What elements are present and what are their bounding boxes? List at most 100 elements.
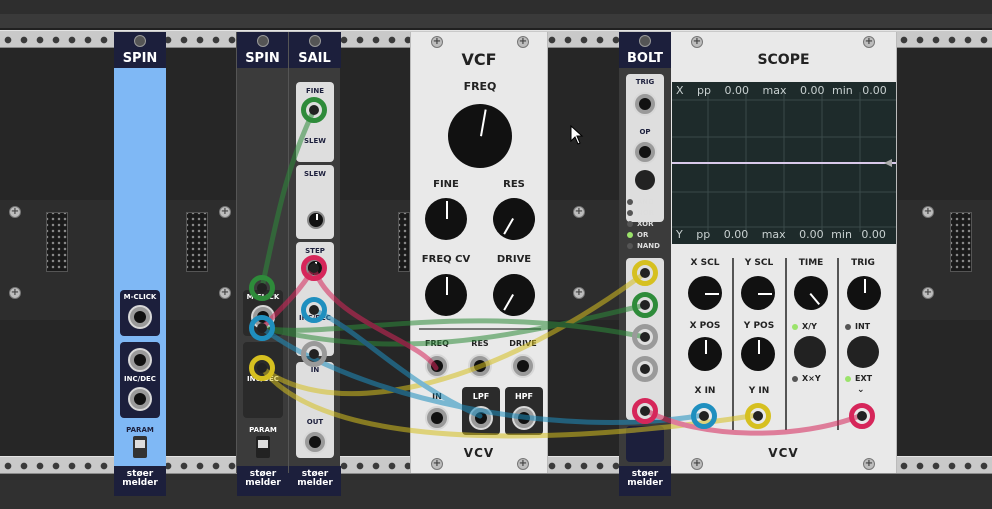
lpf-box: LPF	[462, 387, 500, 435]
trig-knob[interactable]	[847, 276, 881, 310]
vcf-module[interactable]: + + + + VCF FREQ FINE RES FREQ CV DRIVE …	[410, 32, 548, 473]
int-label: INT	[855, 322, 871, 331]
yscl-knob[interactable]	[741, 276, 775, 310]
min-label: min	[831, 228, 852, 241]
xy-mode-button[interactable]	[794, 336, 826, 368]
dec-jack[interactable]	[128, 387, 152, 411]
module-title: VCF	[461, 50, 497, 69]
trig-jack[interactable]	[633, 92, 657, 116]
rack-screw: +	[573, 287, 585, 299]
led-nand	[627, 243, 633, 249]
switch-handle[interactable]	[258, 440, 268, 448]
time-knob[interactable]	[787, 269, 835, 317]
plug-green[interactable]	[301, 97, 327, 123]
yscl-label: Y SCL	[744, 258, 774, 268]
mode-list: AND NOR XOR OR NAND	[625, 198, 669, 254]
brand-line2: melder	[122, 478, 158, 488]
plug-green[interactable]	[632, 292, 658, 318]
ypos-knob[interactable]	[741, 337, 775, 371]
brand-footer: støer melder	[237, 466, 289, 496]
out-jack[interactable]	[303, 430, 327, 454]
mode-xor: XOR	[637, 220, 654, 228]
plug-green[interactable]	[249, 275, 275, 301]
op-button[interactable]	[635, 170, 655, 190]
freq-cv-jack[interactable]	[425, 354, 449, 378]
switch-handle[interactable]	[135, 440, 145, 448]
empty-slot-connector	[398, 212, 410, 272]
trig-source-button[interactable]	[847, 336, 879, 368]
xscl-knob[interactable]	[688, 276, 722, 310]
rack-screw: +	[9, 287, 21, 299]
xpos-knob[interactable]	[688, 337, 722, 371]
lpf-label: LPF	[472, 392, 490, 401]
drive-label: DRIVE	[496, 254, 532, 265]
mode-and: AND	[637, 198, 655, 206]
rack-top-strip	[0, 0, 992, 14]
bolt-jack[interactable]	[632, 356, 658, 382]
mclick-jack[interactable]	[128, 305, 152, 329]
drive-knob[interactable]	[485, 266, 543, 324]
op-jack[interactable]	[633, 140, 657, 164]
incdec-box: INC/DEC	[120, 342, 160, 418]
time-label: TIME	[798, 258, 824, 268]
hpf-out-jack[interactable]	[512, 406, 536, 430]
fine-knob[interactable]	[425, 198, 467, 240]
slew-label: SLEW	[303, 137, 326, 145]
readout-channel: Y	[676, 228, 683, 241]
plug-yellow[interactable]	[632, 260, 658, 286]
drive-in-label: DRIVE	[509, 339, 537, 348]
freq-knob[interactable]	[442, 98, 518, 174]
param-switch[interactable]	[256, 436, 270, 458]
scope-display: X pp 0.00 max 0.00 min 0.00 Y pp 0.00 ma…	[672, 82, 896, 244]
rack-screw: +	[219, 287, 231, 299]
max-label: max	[762, 84, 787, 97]
inc-jack[interactable]	[128, 348, 152, 372]
max-value: 0.00	[799, 84, 825, 97]
op-label: OP	[639, 128, 651, 136]
min-value: 0.00	[862, 84, 887, 97]
plug-yellow[interactable]	[249, 355, 275, 381]
fine-label: FINE	[433, 179, 459, 190]
plug-blue[interactable]	[301, 297, 327, 323]
divider	[419, 328, 541, 330]
xin-label: X IN	[694, 386, 716, 396]
incdec-label: INC/DEC	[124, 375, 156, 383]
bolt-jack[interactable]	[632, 324, 658, 350]
brand-line2: melder	[627, 478, 663, 488]
led-or	[627, 232, 633, 238]
module-title: BOLT	[627, 51, 663, 66]
lpf-out-jack[interactable]	[469, 406, 493, 430]
slew-box: SLEW	[296, 165, 334, 239]
plug-red[interactable]	[849, 403, 875, 429]
spin-module-2[interactable]: SPIN M-CLICK INC/DEC PARAM støer melder	[236, 32, 289, 496]
max-label: max	[761, 228, 786, 241]
plug-blue[interactable]	[249, 315, 275, 341]
sail-in-jack[interactable]	[301, 341, 327, 367]
plug-blue[interactable]	[691, 403, 717, 429]
module-title: SCOPE	[757, 52, 810, 68]
param-switch[interactable]	[133, 436, 147, 458]
plug-yellow[interactable]	[745, 403, 771, 429]
slew-knob[interactable]	[307, 211, 325, 229]
plug-red[interactable]	[301, 255, 327, 281]
freqcv-knob[interactable]	[425, 274, 467, 316]
xy-label: X/Y	[802, 322, 817, 331]
column-divider	[837, 258, 839, 430]
screw-icon: +	[691, 36, 703, 48]
res-knob[interactable]	[485, 190, 543, 248]
brand-footer: støer melder	[114, 466, 166, 496]
plug-red[interactable]	[632, 398, 658, 424]
screw-icon	[257, 35, 269, 47]
spin-module-1[interactable]: SPIN M-CLICK INC/DEC PARAM støer melder	[114, 32, 166, 496]
audio-in-jack[interactable]	[425, 406, 449, 430]
slew-label-2: SLEW	[303, 170, 326, 178]
drive-cv-jack[interactable]	[511, 354, 535, 378]
in-label: IN	[432, 392, 442, 401]
empty-slot-connector	[46, 212, 68, 272]
empty-slot-connector	[950, 212, 972, 272]
xxy-led	[792, 376, 798, 382]
screw-icon: +	[431, 36, 443, 48]
vcv-logo: VCV	[463, 446, 495, 460]
freq-label: FREQ	[463, 80, 497, 93]
res-cv-jack[interactable]	[468, 354, 492, 378]
